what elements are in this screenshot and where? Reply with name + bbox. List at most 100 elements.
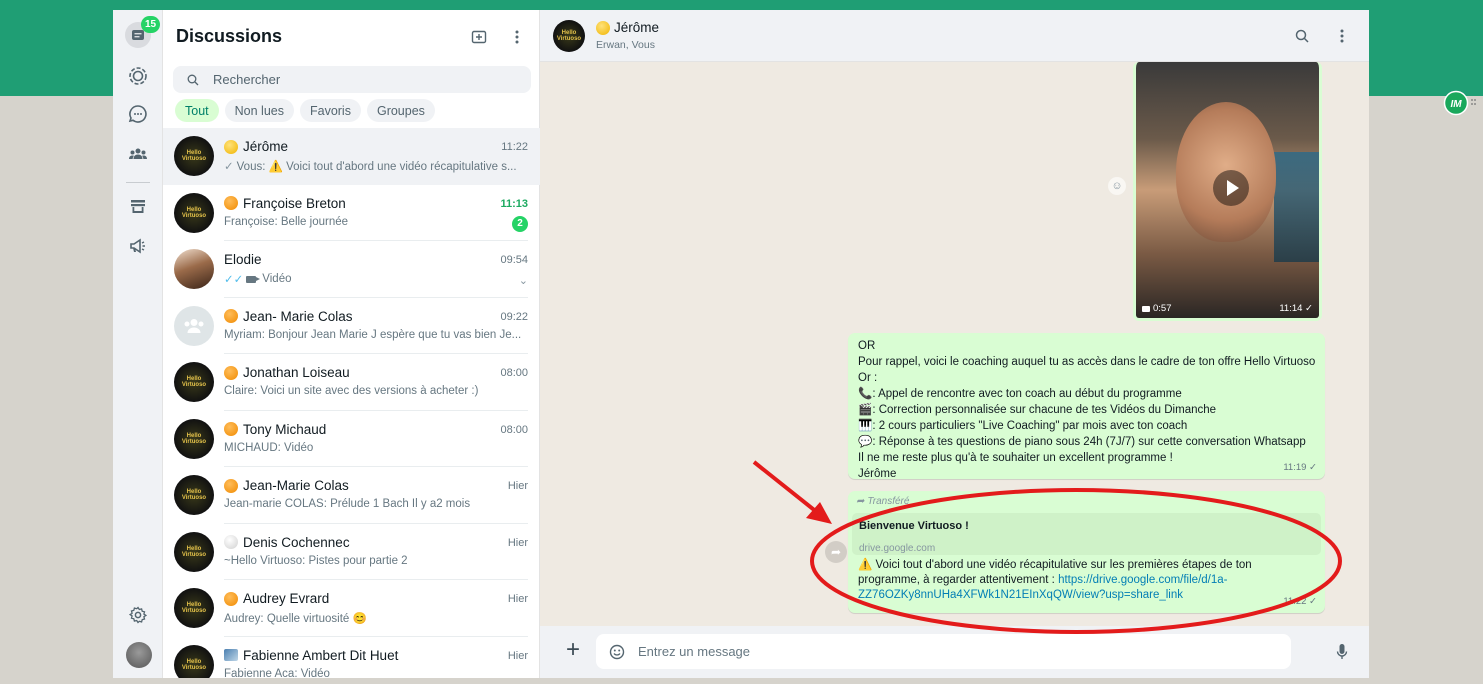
message-line: Jérôme — [858, 468, 897, 480]
search-input[interactable] — [213, 72, 513, 87]
chat-row[interactable]: Hello Virtuoso Denis Cochennec Hier ~Hello … — [163, 524, 540, 580]
chat-name: Jean- Marie Colas — [224, 309, 353, 324]
chat-preview: Fabienne Aca: Vidéo — [224, 667, 330, 679]
chat-name: Audrey Evrard — [224, 591, 329, 606]
attach-plus-icon[interactable]: + — [560, 636, 586, 663]
group-icon — [184, 318, 204, 333]
chat-list-title: Discussions — [176, 26, 283, 46]
status-dot-icon — [224, 139, 238, 154]
video-camera-icon — [1142, 305, 1150, 312]
extension-button[interactable]: IM — [1441, 90, 1479, 116]
conversation-panel: Hello Virtuoso Jérôme Erwan, Vous 0:57 1… — [540, 10, 1369, 678]
conversation-header[interactable]: Hello Virtuoso Jérôme Erwan, Vous — [540, 10, 1369, 62]
message-line: 🎹: 2 cours particuliers "Live Coaching" … — [858, 420, 1188, 432]
message-line: Il ne me reste plus qu'à te souhaiter un… — [858, 452, 1173, 464]
status-dot-icon — [596, 20, 610, 35]
chat-row-body: Audrey Evrard Hier Audrey: Quelle virtuosi… — [224, 580, 528, 637]
status-dot-icon — [224, 478, 238, 493]
message-timestamp: 11:19 ✓ — [1283, 462, 1317, 473]
chat-row[interactable]: Hello Virtuoso Jérôme 11:22 ✓ Vous: ⚠️ Voici… — [163, 128, 540, 185]
chat-time: 08:00 — [500, 367, 528, 379]
forwarded-message-bubble[interactable]: ➦ Transféré Bienvenue Virtuoso ! drive.go… — [848, 491, 1325, 613]
filter-favorites[interactable]: Favoris — [299, 99, 361, 122]
kebab-menu-icon — [515, 30, 519, 44]
kebab-menu-icon — [1340, 29, 1344, 43]
forward-icon[interactable]: ➦ — [825, 541, 847, 563]
conversation-menu-button[interactable] — [1331, 25, 1353, 47]
chat-row[interactable]: Jean- Marie Colas 09:22 Myriam: Bonjour Je… — [163, 298, 540, 354]
chat-time: 11:13 — [500, 197, 528, 210]
chat-time: 09:54 — [500, 254, 528, 266]
link-preview-card[interactable]: Bienvenue Virtuoso ! drive.google.com — [852, 513, 1321, 555]
chat-avatar — [174, 249, 214, 290]
search-icon — [1295, 29, 1309, 43]
status-dot-icon — [224, 422, 238, 436]
chat-time: Hier — [507, 593, 528, 605]
chat-name: Tony Michaud — [224, 422, 326, 437]
chat-avatar: Hello Virtuoso — [174, 475, 214, 516]
play-icon[interactable] — [1213, 170, 1249, 206]
filter-all[interactable]: Tout — [175, 99, 219, 122]
chat-preview: ~Hello Virtuoso: Pistes pour partie 2 — [224, 554, 408, 567]
filter-groups[interactable]: Groupes — [366, 99, 435, 122]
filter-unread[interactable]: Non lues — [224, 99, 294, 122]
chat-row-body: Jérôme 11:22 ✓ Vous: ⚠️ Voici tout d'abord … — [224, 128, 528, 185]
video-duration: 0:57 — [1142, 303, 1172, 314]
chevron-down-icon[interactable]: ⌄ — [519, 274, 528, 287]
message-text: ⚠️ Voici tout d'abord une vidéo récapitu… — [858, 559, 1252, 601]
chat-name: Jean-Marie Colas — [224, 478, 349, 493]
chat-avatar: Hello Virtuoso — [174, 192, 214, 233]
video-background — [1274, 152, 1319, 262]
channels-icon[interactable] — [126, 102, 150, 126]
nav-rail: 15 — [113, 10, 163, 678]
chat-row[interactable]: Hello Virtuoso Audrey Evrard Hier Audrey: Q… — [163, 580, 540, 637]
chat-list-panel: Discussions Tout Non lues Favoris Groupe… — [163, 10, 540, 678]
settings-gear-icon[interactable] — [126, 603, 150, 627]
chat-row[interactable]: Hello Virtuoso Tony Michaud 08:00 MICHAUD: … — [163, 411, 540, 467]
list-menu-button[interactable] — [506, 26, 528, 48]
message-line: Pour rappel, voici le coaching auquel tu… — [858, 356, 1316, 368]
new-chat-icon — [471, 30, 487, 44]
chat-time: 11:22 — [501, 141, 528, 153]
forwarded-label: ➦ Transféré — [856, 494, 1321, 510]
chat-name: Jérôme — [224, 139, 288, 154]
chat-row[interactable]: Hello Virtuoso Jonathan Loiseau 08:00 Clair… — [163, 354, 540, 411]
link-preview-title: Bienvenue Virtuoso ! — [859, 520, 969, 532]
search-in-chat-button[interactable] — [1291, 25, 1313, 47]
microphone-icon[interactable] — [1331, 640, 1353, 664]
conversation-title[interactable]: Jérôme — [596, 20, 659, 35]
new-chat-button[interactable] — [468, 26, 490, 48]
react-emoji-icon[interactable]: ☺ — [1108, 177, 1126, 195]
rail-divider — [126, 182, 150, 183]
status-icon[interactable] — [126, 64, 150, 88]
chat-row-body: Tony Michaud 08:00 MICHAUD: Vidéo — [224, 411, 528, 467]
store-icon[interactable] — [126, 194, 150, 218]
chat-time: 08:00 — [500, 423, 528, 436]
communities-icon[interactable] — [126, 142, 150, 166]
chat-row[interactable]: Hello Virtuoso Françoise Breton 11:13 Franç… — [163, 185, 540, 241]
message-bubble[interactable]: OR Pour rappel, voici le coaching auquel … — [848, 333, 1325, 482]
chat-preview: ✓✓ Vidéo — [224, 273, 292, 286]
emoji-icon[interactable] — [596, 644, 638, 660]
message-text: OR Pour rappel, voici le coaching auquel … — [858, 338, 1315, 482]
chat-name: Elodie — [224, 252, 262, 267]
chat-row[interactable]: Hello Virtuoso Fabienne Ambert Dit Huet Hi… — [163, 637, 540, 679]
chat-time: Hier — [507, 649, 528, 662]
video-timestamp: 11:14 ✓ — [1279, 303, 1313, 314]
chat-name: Françoise Breton — [224, 196, 346, 211]
forwarded-arrow-icon: ➦ — [856, 496, 865, 507]
unread-badge: 2 — [512, 215, 528, 232]
chat-name: Denis Cochennec — [224, 535, 350, 550]
chat-time: Hier — [507, 480, 528, 492]
chat-row[interactable]: Elodie 09:54 ✓✓ Vidéo ⌄ — [163, 241, 540, 298]
chat-row[interactable]: Hello Virtuoso Jean-Marie Colas Hier Jean-m… — [163, 467, 540, 524]
chat-avatar: Hello Virtuoso — [174, 588, 214, 629]
message-input[interactable] — [638, 644, 1258, 659]
video-camera-icon — [246, 275, 261, 283]
megaphone-icon[interactable] — [126, 234, 150, 258]
chat-row-body: Jonathan Loiseau 08:00 Claire: Voici un si… — [224, 354, 528, 411]
video-message[interactable]: 0:57 11:14 ✓ — [1133, 62, 1322, 321]
conversation-avatar[interactable]: Hello Virtuoso — [553, 20, 585, 52]
status-dot-icon — [224, 196, 238, 210]
profile-avatar[interactable] — [126, 642, 152, 668]
